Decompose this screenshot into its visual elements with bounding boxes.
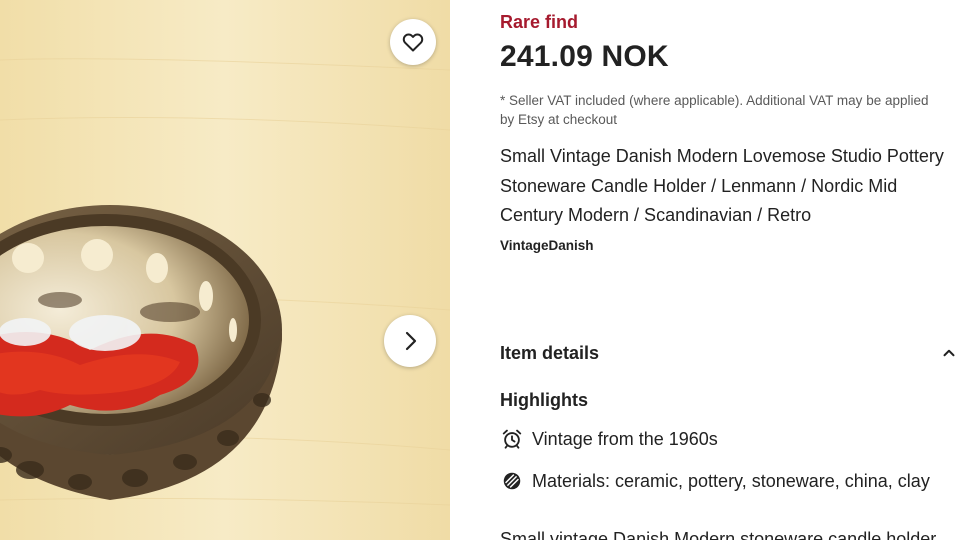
highlight-item-vintage: Vintage from the 1960s — [500, 427, 718, 451]
highlights-heading: Highlights — [500, 390, 588, 410]
listing-info-panel: Rare find 241.09 NOK * Seller VAT includ… — [500, 0, 960, 540]
alarm-clock-icon — [500, 427, 524, 451]
favorite-button[interactable] — [390, 19, 436, 65]
listing-page: Rare find 241.09 NOK * Seller VAT includ… — [0, 0, 960, 540]
chevron-right-icon — [405, 331, 417, 351]
product-image-gallery — [0, 0, 450, 540]
vat-note: * Seller VAT included (where applicable)… — [500, 93, 929, 127]
highlight-item-materials: Materials: ceramic, pottery, stoneware, … — [500, 469, 930, 493]
shop-name-link[interactable]: VintageDanish — [500, 238, 594, 253]
highlight-text: Vintage from the 1960s — [532, 428, 718, 449]
materials-icon — [500, 469, 524, 493]
price: 241.09 NOK — [500, 40, 669, 73]
rare-find-badge: Rare find — [500, 12, 579, 32]
item-details-heading: Item details — [500, 342, 600, 363]
chevron-up-icon — [943, 349, 955, 357]
description-text: Small vintage Danish Modern stoneware ca… — [500, 529, 937, 540]
heart-icon — [402, 33, 424, 52]
highlight-text: Materials: ceramic, pottery, stoneware, … — [532, 470, 930, 491]
listing-title: Small Vintage Danish Modern Lovemose Stu… — [500, 146, 944, 225]
product-photo — [0, 0, 450, 540]
next-image-button[interactable] — [384, 315, 436, 367]
item-details-toggle[interactable]: Item details — [500, 340, 958, 366]
